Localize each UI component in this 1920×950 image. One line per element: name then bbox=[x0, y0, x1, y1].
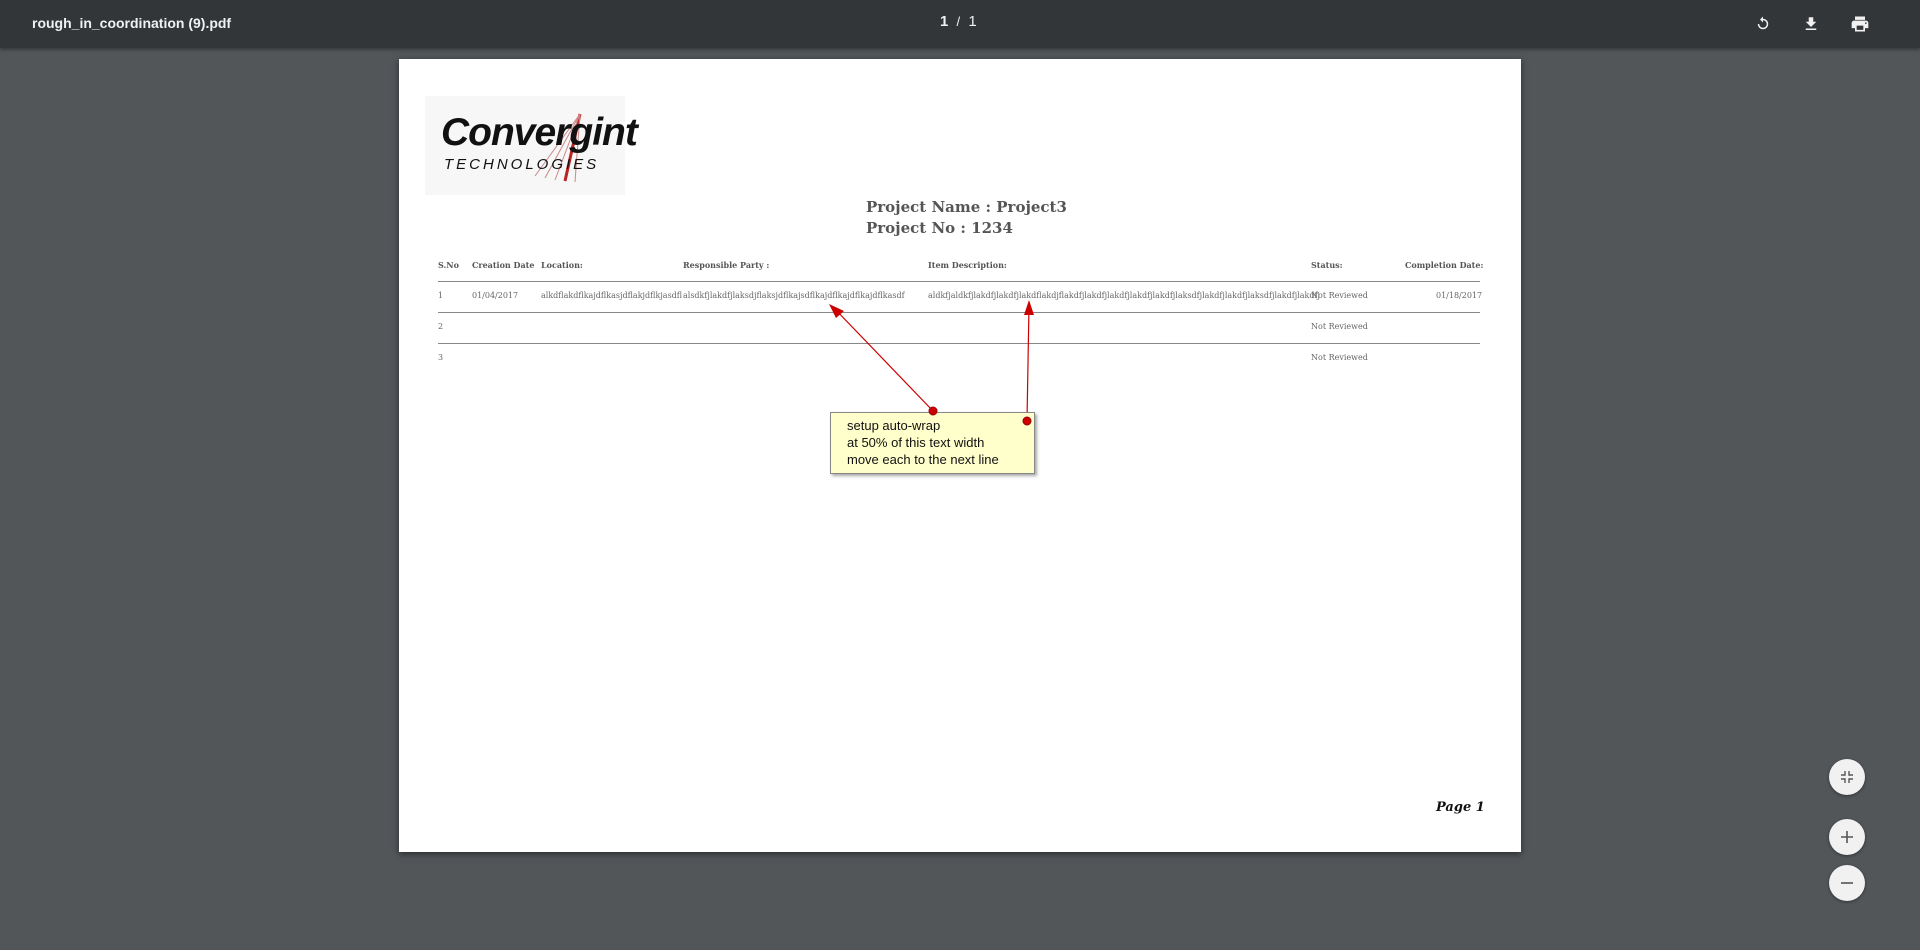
project-name: Project Name : Project3 bbox=[866, 198, 1067, 216]
page-separator: / bbox=[956, 14, 961, 29]
cell-sno: 2 bbox=[438, 322, 444, 331]
cell-item-description: aldkfjaldkfjlakdfjlakdfjlakdflakdjflakdf… bbox=[928, 291, 1320, 300]
note-line: move each to the next line bbox=[847, 452, 999, 467]
logo-name: Convergint bbox=[441, 111, 638, 154]
cell-location: alkdflakdflkajdflkasjdflakjdflkjasdfl bbox=[541, 291, 683, 300]
sticky-note-annotation[interactable]: setup auto-wrap at 50% of this text widt… bbox=[830, 412, 1035, 474]
current-page[interactable]: 1 bbox=[940, 13, 948, 30]
zoom-out-icon[interactable] bbox=[1829, 865, 1865, 901]
page-footer: Page 1 bbox=[1436, 800, 1485, 815]
download-icon[interactable] bbox=[1799, 12, 1823, 36]
header-completion-date: Completion Date: bbox=[1405, 260, 1484, 270]
page-indicator: 1 / 1 bbox=[940, 13, 977, 30]
pdf-toolbar: rough_in_coordination (9).pdf 1 / 1 bbox=[0, 0, 1920, 48]
fit-page-icon[interactable] bbox=[1829, 759, 1865, 795]
cell-responsible-party: alsdkfjlakdfjlaksdjflaksjdflkajsdflkajdf… bbox=[683, 291, 905, 300]
header-item-description: Item Description: bbox=[928, 260, 1007, 270]
cell-status: Not Reviewed bbox=[1311, 353, 1368, 362]
table-divider bbox=[438, 281, 1480, 282]
rotate-icon[interactable] bbox=[1751, 12, 1775, 36]
project-number: Project No : 1234 bbox=[866, 219, 1013, 237]
file-title: rough_in_coordination (9).pdf bbox=[32, 15, 232, 31]
cell-completion-date: 01/18/2017 bbox=[1436, 291, 1483, 300]
header-status: Status: bbox=[1311, 260, 1343, 270]
cell-sno: 1 bbox=[438, 291, 444, 300]
note-line: at 50% of this text width bbox=[847, 435, 985, 450]
company-logo: Convergint TECHNOLOGIES bbox=[425, 96, 638, 195]
cell-status: Not Reviewed bbox=[1311, 322, 1368, 331]
zoom-in-icon[interactable] bbox=[1829, 819, 1865, 855]
cell-creation-date: 01/04/2017 bbox=[472, 291, 519, 300]
print-icon[interactable] bbox=[1848, 12, 1872, 36]
arrow-head-icon bbox=[829, 304, 844, 318]
total-pages: 1 bbox=[968, 13, 977, 30]
header-sno: S.No bbox=[438, 260, 459, 270]
logo-sub: TECHNOLOGIES bbox=[444, 156, 600, 173]
cell-status: Not Reviewed bbox=[1311, 291, 1368, 300]
pdf-page: Convergint TECHNOLOGIES Project Name : P… bbox=[399, 59, 1521, 852]
header-creation-date: Creation Date bbox=[472, 260, 535, 270]
header-responsible-party: Responsible Party : bbox=[683, 260, 770, 270]
header-location: Location: bbox=[541, 260, 583, 270]
table-divider bbox=[438, 312, 1480, 313]
note-line: setup auto-wrap bbox=[847, 418, 941, 433]
cell-sno: 3 bbox=[438, 353, 444, 362]
table-divider bbox=[438, 343, 1480, 344]
